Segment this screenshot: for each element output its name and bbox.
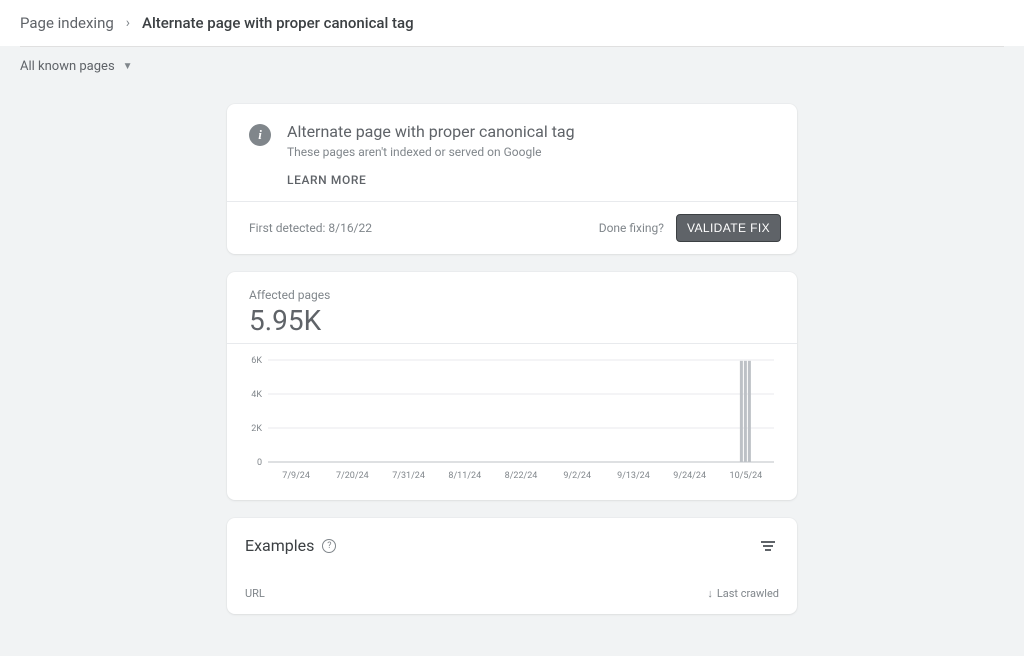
affected-label: Affected pages <box>249 288 775 302</box>
caret-down-icon: ▼ <box>123 61 133 72</box>
svg-text:6K: 6K <box>251 356 262 366</box>
svg-text:8/11/24: 8/11/24 <box>448 471 481 481</box>
svg-text:9/24/24: 9/24/24 <box>673 471 706 481</box>
done-fixing-label: Done fixing? <box>599 221 664 235</box>
svg-text:0: 0 <box>257 458 262 468</box>
url-column-header: URL <box>245 587 265 600</box>
affected-pages-chart: 0 2K 4K 6K 7/9/24 7/20/24 7/31/24 8/11/24 8/22/2… <box>241 354 783 484</box>
svg-text:7/9/24: 7/9/24 <box>282 471 310 481</box>
chevron-right-icon: › <box>126 15 130 31</box>
svg-text:7/20/24: 7/20/24 <box>336 471 369 481</box>
examples-table-header: URL ↓ Last crawled <box>227 565 797 606</box>
page-filter-dropdown[interactable]: All known pages ▼ <box>0 47 153 86</box>
svg-text:8/22/24: 8/22/24 <box>505 471 538 481</box>
svg-text:7/31/24: 7/31/24 <box>392 471 425 481</box>
issue-title: Alternate page with proper canonical tag <box>287 122 575 141</box>
svg-text:2K: 2K <box>251 424 262 434</box>
filter-icon[interactable] <box>757 537 779 555</box>
learn-more-link[interactable]: LEARN MORE <box>227 169 797 201</box>
breadcrumb: Page indexing › Alternate page with prop… <box>0 0 1024 46</box>
breadcrumb-current: Alternate page with proper canonical tag <box>142 14 414 32</box>
divider <box>20 46 1004 47</box>
svg-text:4K: 4K <box>251 390 262 400</box>
examples-title: Examples <box>245 536 314 555</box>
affected-value: 5.95K <box>249 304 775 337</box>
examples-card: Examples ? URL ↓ Last crawled <box>227 518 797 614</box>
breadcrumb-parent[interactable]: Page indexing <box>20 14 114 32</box>
last-crawled-column-header[interactable]: ↓ Last crawled <box>707 587 779 600</box>
issue-card: i Alternate page with proper canonical t… <box>227 104 797 254</box>
issue-subtitle: These pages aren't indexed or served on … <box>287 145 575 159</box>
help-icon[interactable]: ? <box>322 539 336 553</box>
chart-area: 0 2K 4K 6K 7/9/24 7/20/24 7/31/24 8/11/24 8/22/2… <box>227 344 797 500</box>
svg-text:9/2/24: 9/2/24 <box>563 471 591 481</box>
svg-text:9/13/24: 9/13/24 <box>617 471 650 481</box>
validate-fix-button[interactable]: VALIDATE FIX <box>676 214 781 242</box>
arrow-down-icon: ↓ <box>707 587 713 600</box>
info-icon: i <box>249 124 271 146</box>
first-detected-text: First detected: 8/16/22 <box>249 221 372 235</box>
page-filter-label: All known pages <box>20 59 115 74</box>
svg-text:10/5/24: 10/5/24 <box>730 471 763 481</box>
affected-pages-card: Affected pages 5.95K 0 2K 4K 6K 7/9/24 7/20/2… <box>227 272 797 500</box>
